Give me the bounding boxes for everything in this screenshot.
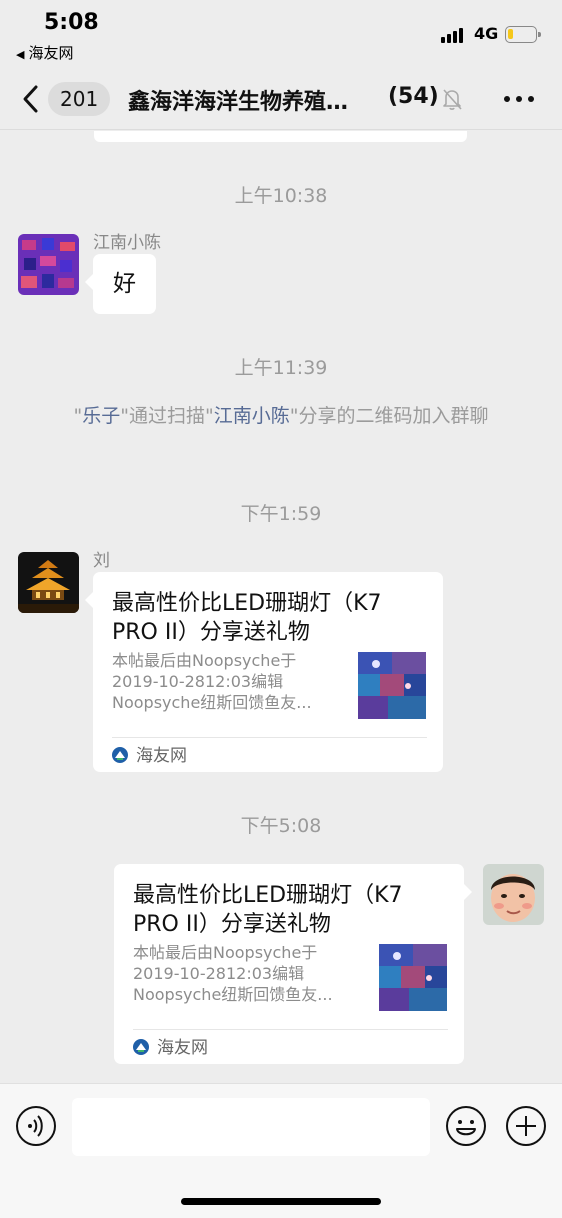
unread-count-badge[interactable]: 201 [48, 82, 111, 116]
joined-user-link[interactable]: 乐子 [82, 405, 120, 427]
divider [133, 1029, 448, 1030]
link-source: 海友网 [133, 1036, 208, 1060]
link-card[interactable]: 最高性价比LED珊瑚灯（K7 PRO II）分享送礼物 本帖最后由Noopsyc… [85, 572, 443, 772]
more-icon[interactable] [504, 96, 534, 104]
sender-name: 刘 [93, 551, 110, 571]
my-avatar[interactable] [483, 864, 544, 925]
chat-header: 201 鑫海洋海洋生物养殖交流群 (54) [0, 70, 562, 130]
back-to-app-link[interactable]: ◀ 海友网 [16, 42, 73, 63]
link-title: 最高性价比LED珊瑚灯（K7 PRO II）分享送礼物 [133, 883, 403, 937]
avatar[interactable] [18, 552, 79, 613]
back-app-label: 海友网 [28, 44, 74, 62]
voice-icon [16, 1106, 56, 1146]
back-triangle-icon: ◀ [16, 48, 25, 61]
sender-name: 江南小陈 [93, 233, 161, 253]
message-input[interactable] [72, 1098, 430, 1156]
inviter-user-link[interactable]: 江南小陈 [214, 405, 290, 427]
site-logo-icon [112, 746, 128, 763]
link-description: 本帖最后由Noopsyche于 2019-10-2812:03编辑 Noopsy… [112, 651, 312, 712]
plus-icon [506, 1106, 546, 1146]
system-message: "乐子"通过扫描"江南小陈"分享的二维码加入群聊 [73, 405, 489, 427]
signal-icon [441, 27, 467, 43]
link-source: 海友网 [112, 744, 187, 768]
timestamp: 下午1:59 [240, 503, 322, 525]
muted-bell-icon [441, 87, 463, 111]
battery-icon [505, 26, 541, 43]
chevron-left-icon [23, 85, 38, 113]
link-card[interactable]: 最高性价比LED珊瑚灯（K7 PRO II）分享送礼物 本帖最后由Noopsyc… [114, 864, 472, 1064]
status-bar: 5:08 ◀ 海友网 4G [0, 0, 562, 70]
message-text: 好 [113, 271, 136, 297]
timestamp: 上午10:38 [234, 185, 328, 207]
input-bar [0, 1083, 562, 1218]
home-indicator[interactable] [181, 1198, 381, 1205]
link-thumbnail [358, 652, 426, 719]
avatar[interactable] [18, 234, 79, 295]
network-type: 4G [474, 24, 499, 43]
previous-message-bubble [94, 131, 467, 142]
emoji-icon [446, 1106, 486, 1146]
more-functions-button[interactable] [505, 1105, 547, 1147]
message-list[interactable]: 上午10:38 江南小陈 好 上午11:39 "乐子"通过扫描"江南小陈"分享的… [0, 131, 562, 1083]
text-message-bubble[interactable]: 好 [85, 254, 156, 314]
status-time: 5:08 [44, 10, 99, 35]
timestamp: 下午5:08 [240, 815, 322, 837]
link-thumbnail [379, 944, 447, 1011]
voice-button[interactable] [15, 1105, 57, 1147]
site-logo-icon [133, 1038, 149, 1055]
link-description: 本帖最后由Noopsyche于 2019-10-2812:03编辑 Noopsy… [133, 943, 333, 1004]
timestamp: 上午11:39 [234, 357, 328, 379]
chat-title[interactable]: 鑫海洋海洋生物养殖交流群 [128, 84, 364, 116]
back-button[interactable] [18, 82, 48, 116]
battery-fill [508, 29, 513, 39]
divider [112, 737, 427, 738]
member-count: (54) [388, 84, 439, 109]
link-title: 最高性价比LED珊瑚灯（K7 PRO II）分享送礼物 [112, 591, 382, 645]
emoji-button[interactable] [445, 1105, 487, 1147]
